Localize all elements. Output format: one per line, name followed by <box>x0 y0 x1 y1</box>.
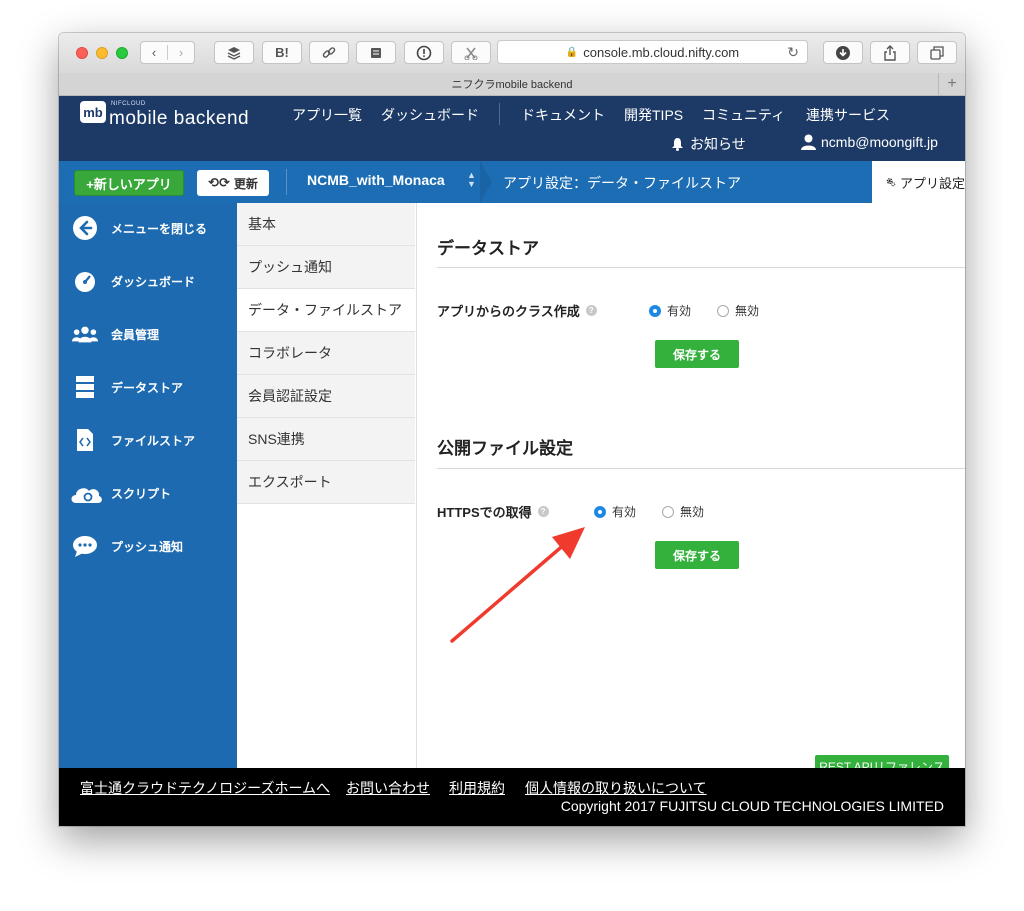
arrow-head <box>552 527 585 559</box>
annotation-arrow-overlay <box>450 527 585 643</box>
